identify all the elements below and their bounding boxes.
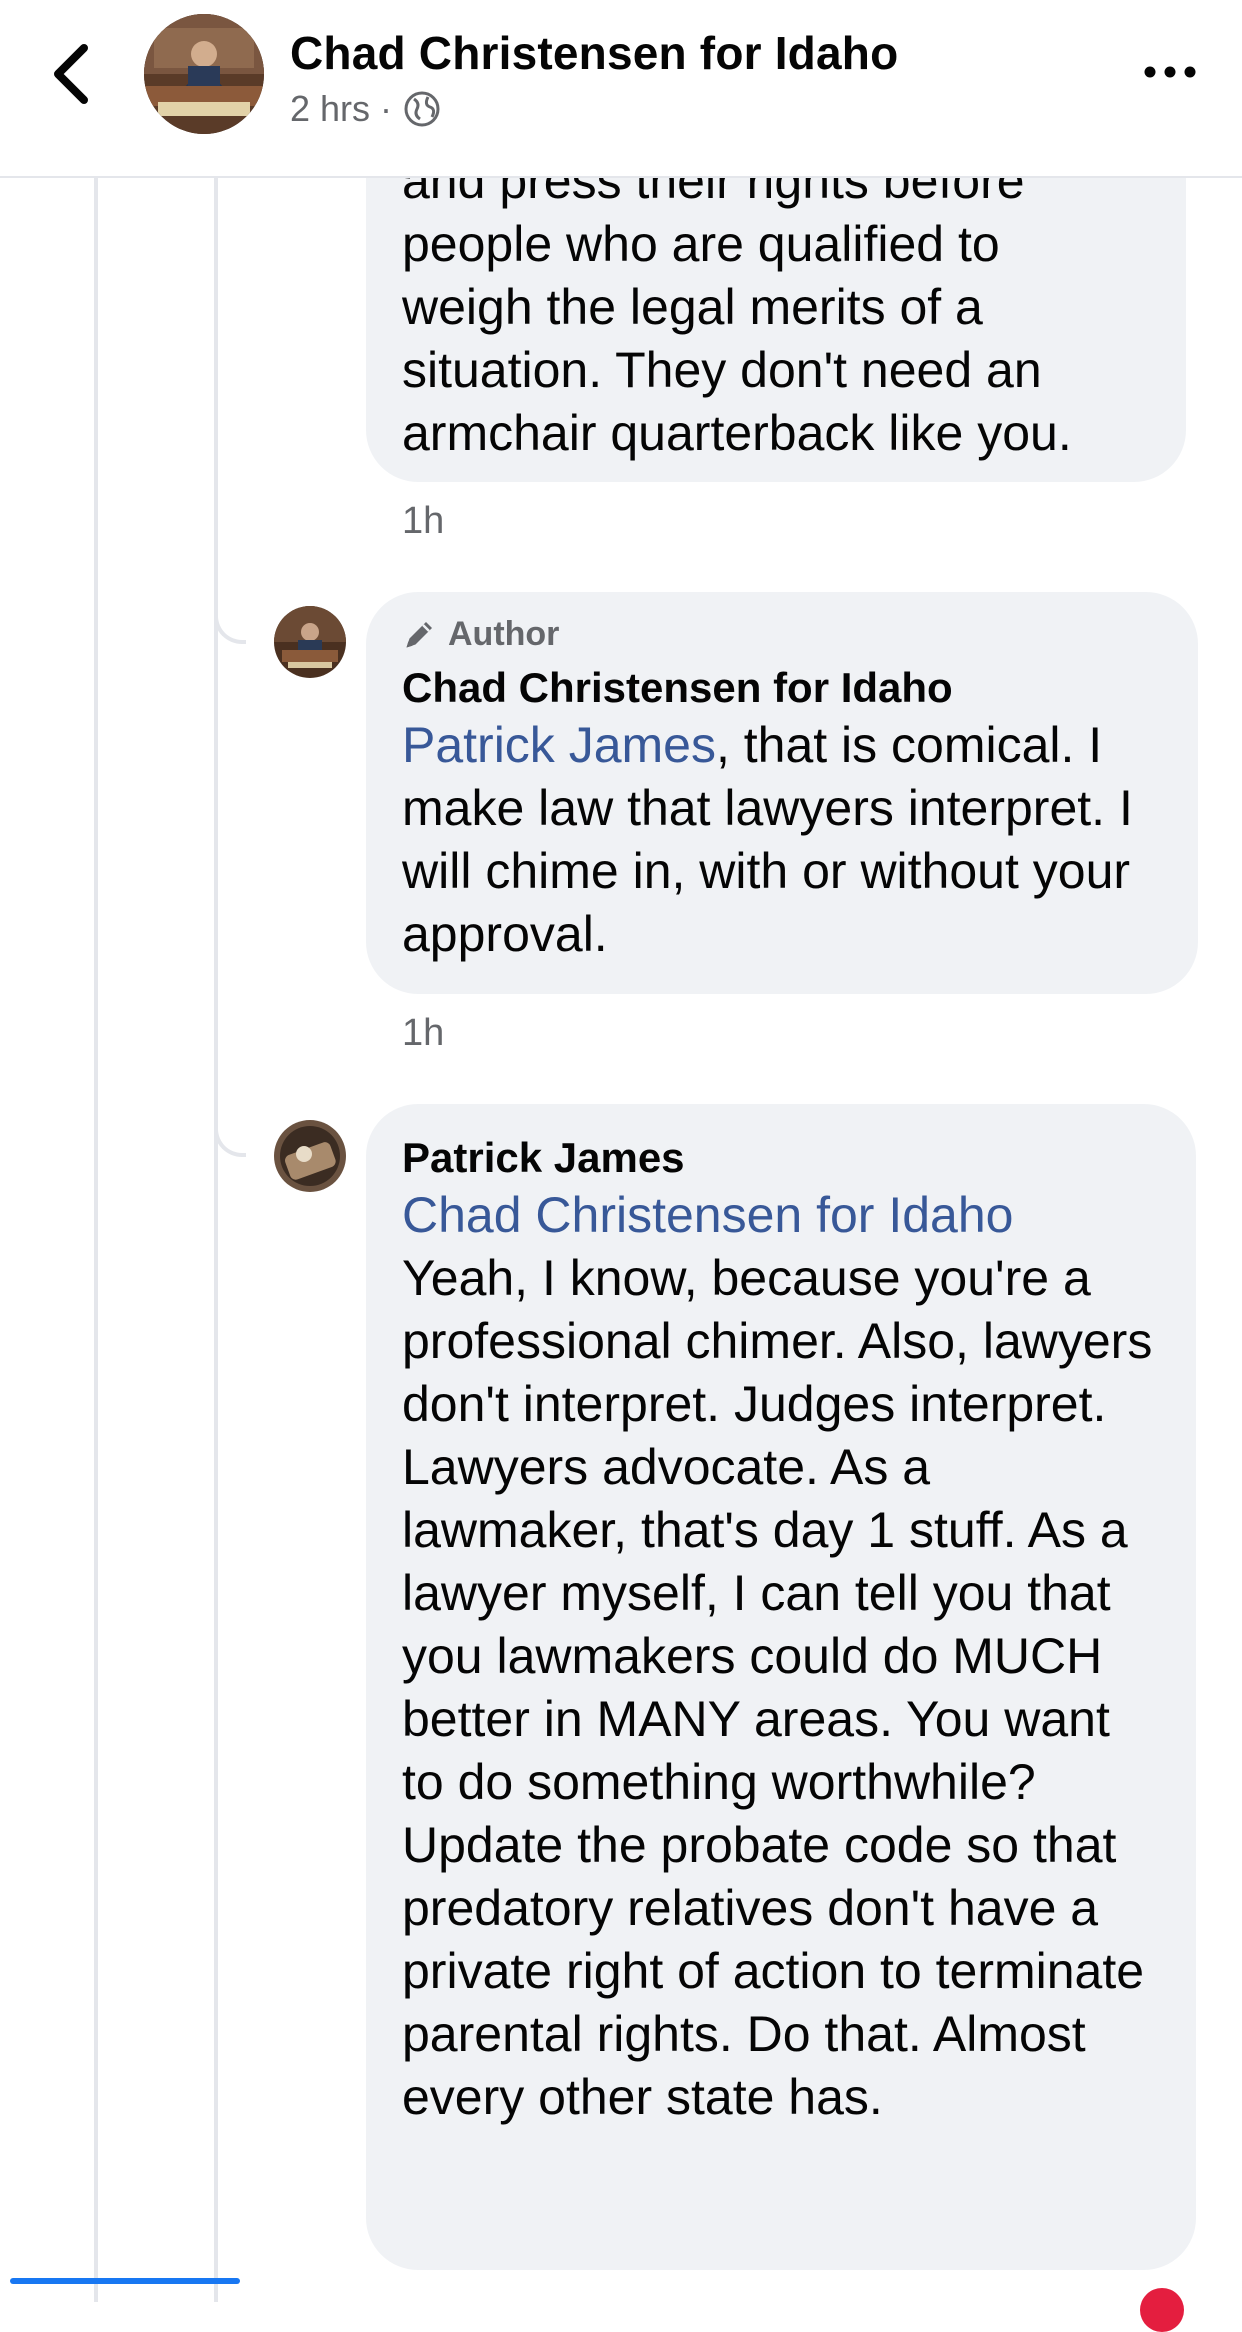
mention-link[interactable]: Patrick James xyxy=(402,717,716,773)
comment-line: armchair quarterback like you. xyxy=(402,405,1072,461)
thread-connector xyxy=(214,1125,246,1157)
page-avatar[interactable] xyxy=(144,14,264,134)
author-badge: Author xyxy=(402,612,1162,656)
post-time[interactable]: 2 hrs xyxy=(290,88,370,130)
avatar[interactable] xyxy=(274,1120,346,1192)
mention-link[interactable]: Chad Christensen for Idaho xyxy=(402,1184,1160,1247)
comment-author[interactable]: Patrick James xyxy=(402,1132,1160,1184)
scroll-indicator xyxy=(10,2278,240,2284)
comment-text: and press their rights before people who… xyxy=(402,150,1150,465)
thread-line-outer xyxy=(94,176,98,2302)
comment-bubble[interactable]: Author Chad Christensen for Idaho Patric… xyxy=(366,592,1198,994)
globe-icon xyxy=(404,91,440,127)
post-header: Chad Christensen for Idaho 2 hrs · xyxy=(0,0,1242,178)
thread-connector xyxy=(214,612,246,644)
chevron-left-icon xyxy=(54,44,88,104)
more-horizontal-icon xyxy=(1144,66,1196,78)
pencil-icon xyxy=(406,622,432,648)
avatar[interactable] xyxy=(274,606,346,678)
comment-line: weigh the legal merits of a xyxy=(402,279,983,335)
notification-dot xyxy=(1140,2288,1184,2332)
author-badge-label: Author xyxy=(448,614,560,653)
comment-author[interactable]: Chad Christensen for Idaho xyxy=(402,662,1162,714)
meta-separator: · xyxy=(380,88,393,129)
comment-text: Chad Christensen for Idaho Yeah, I know, … xyxy=(402,1184,1160,2129)
comment-body: Yeah, I know, because you're a professio… xyxy=(402,1250,1153,2125)
comment-bubble[interactable]: Patrick James Chad Christensen for Idaho… xyxy=(366,1104,1196,2270)
post-meta: 2 hrs · xyxy=(290,88,442,130)
comment-time[interactable]: 1h xyxy=(402,1012,444,1055)
thread-line-inner xyxy=(214,176,218,2302)
page-title[interactable]: Chad Christensen for Idaho xyxy=(290,26,898,80)
comment-text: Patrick James, that is comical. I make l… xyxy=(402,714,1162,966)
back-button[interactable] xyxy=(40,38,104,108)
comment-line: people who are qualified to xyxy=(402,216,1000,272)
comment-line: situation. They don't need an xyxy=(402,342,1042,398)
comment-time[interactable]: 1h xyxy=(402,500,444,543)
more-button[interactable] xyxy=(1140,60,1200,84)
